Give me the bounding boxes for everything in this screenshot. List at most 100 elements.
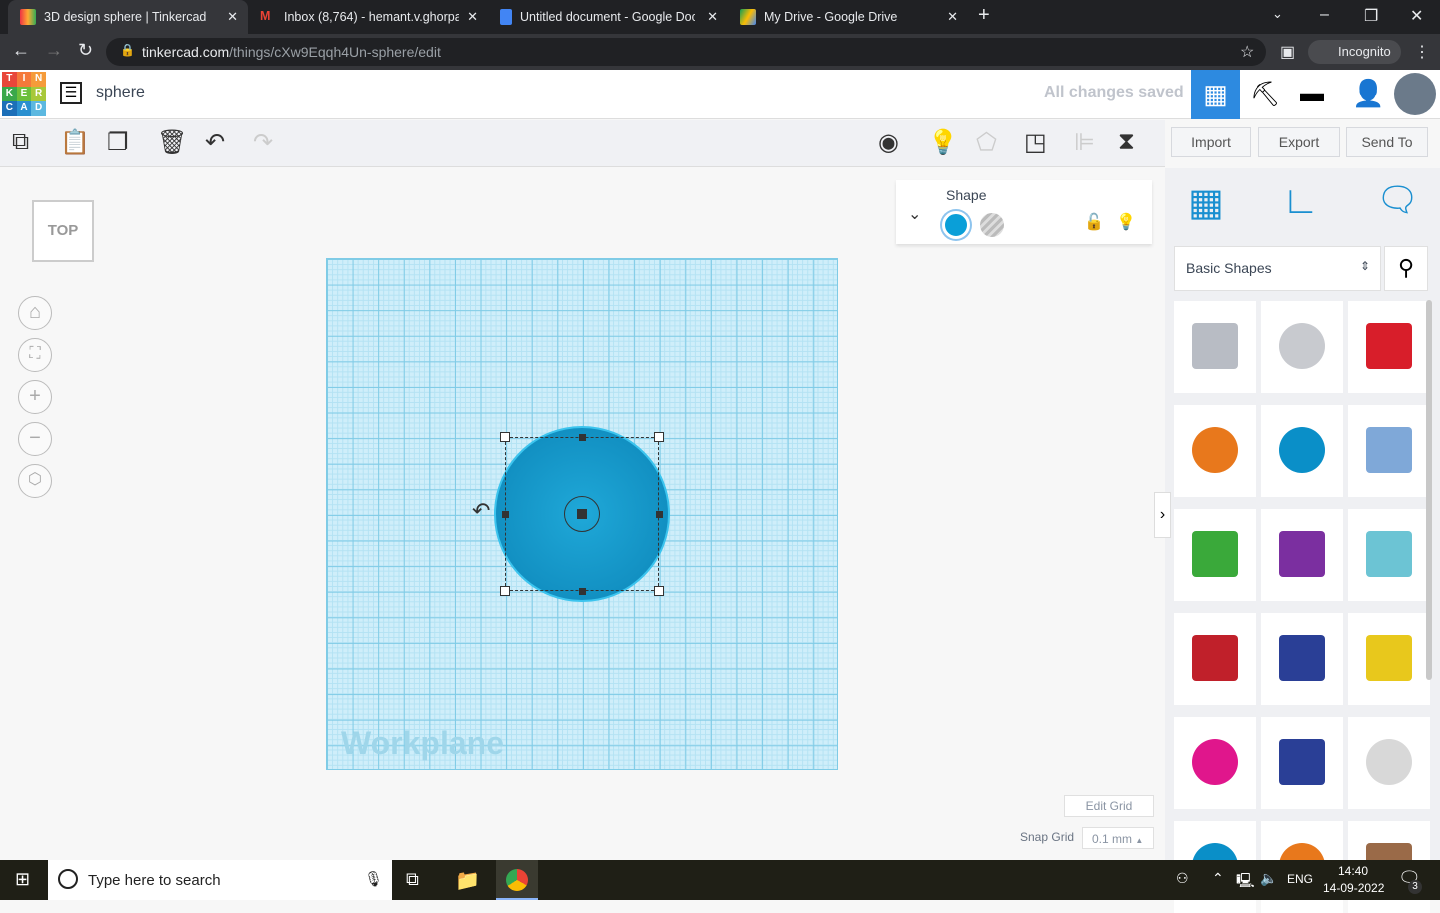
maximize-button[interactable]: ❐: [1364, 6, 1378, 26]
delete-icon[interactable]: 🗑: [157, 128, 187, 157]
resize-handle[interactable]: [656, 511, 663, 518]
perspective-button[interactable]: ⬡: [18, 464, 52, 498]
resize-handle[interactable]: [654, 432, 664, 442]
duplicate-icon[interactable]: ❐: [107, 128, 129, 157]
library-shape-sphere[interactable]: [1261, 405, 1343, 497]
reload-icon[interactable]: ↻: [78, 40, 93, 61]
send-to-button[interactable]: Send To: [1346, 127, 1428, 157]
task-view-icon[interactable]: ⧉: [406, 869, 419, 890]
visibility-bulb-icon[interactable]: 💡: [1116, 212, 1136, 232]
network-icon[interactable]: 🖳: [1236, 870, 1255, 894]
height-handle[interactable]: [564, 496, 600, 532]
home-view-button[interactable]: ⌂: [18, 296, 52, 330]
people-icon[interactable]: ⚇: [1176, 870, 1189, 887]
collapse-panel-button[interactable]: ›: [1154, 492, 1171, 538]
invite-user-button[interactable]: 👤: [1352, 78, 1384, 109]
clock-date[interactable]: 14-09-2022: [1323, 881, 1384, 895]
language-indicator[interactable]: ENG: [1287, 872, 1313, 886]
library-shape-box[interactable]: [1348, 301, 1430, 393]
hidden-icons-chevron[interactable]: ⌃: [1212, 870, 1224, 887]
library-shape-half-sphere[interactable]: [1174, 717, 1256, 809]
align-icon[interactable]: ⊫: [1074, 128, 1095, 157]
library-shape-polygon[interactable]: [1261, 613, 1343, 705]
import-button[interactable]: Import: [1171, 127, 1251, 157]
library-shape-box-hole[interactable]: [1174, 301, 1256, 393]
close-tab-icon[interactable]: ✕: [947, 9, 958, 25]
resize-handle[interactable]: [579, 434, 586, 441]
tab-docs[interactable]: Untitled document - Google Docs ✕: [488, 0, 728, 34]
resize-handle[interactable]: [579, 588, 586, 595]
close-tab-icon[interactable]: ✕: [707, 9, 718, 25]
ungroup-icon[interactable]: ◳: [1024, 128, 1047, 157]
resize-handle[interactable]: [500, 432, 510, 442]
view-cube[interactable]: TOP: [32, 200, 94, 262]
undo-icon[interactable]: ↶: [205, 128, 225, 157]
3d-view-button[interactable]: ▦: [1191, 70, 1240, 119]
back-icon[interactable]: ←: [12, 40, 30, 61]
mirror-icon[interactable]: ⧗: [1118, 128, 1135, 156]
library-scrollbar[interactable]: [1426, 300, 1432, 680]
library-shape-text[interactable]: [1174, 613, 1256, 705]
close-tab-icon[interactable]: ✕: [227, 9, 238, 25]
library-shape-scribble[interactable]: [1348, 405, 1430, 497]
library-shape-cone[interactable]: [1261, 509, 1343, 601]
paste-icon[interactable]: 📋: [60, 128, 90, 157]
hole-button[interactable]: [980, 213, 1004, 237]
library-shape-paraboloid[interactable]: [1348, 717, 1430, 809]
rotate-handle-icon[interactable]: ↶: [472, 498, 490, 524]
file-explorer-icon[interactable]: 📁: [455, 868, 480, 893]
library-shape-cylinder-hole[interactable]: [1261, 301, 1343, 393]
notes-icon[interactable]: ◉: [878, 128, 899, 157]
microphone-icon[interactable]: 🎙: [364, 870, 383, 888]
library-shape-cylinder[interactable]: [1174, 405, 1256, 497]
resize-handle[interactable]: [500, 586, 510, 596]
lightbulb-icon[interactable]: 💡: [928, 128, 958, 157]
fit-view-button[interactable]: ⛶: [18, 338, 52, 372]
bookmark-star-icon[interactable]: ☆: [1240, 42, 1254, 62]
copy-icon[interactable]: ⧉: [12, 128, 29, 156]
group-icon[interactable]: ⬠: [976, 128, 997, 157]
avatar[interactable]: [1394, 73, 1436, 115]
side-panel-icon[interactable]: ▣: [1280, 42, 1295, 62]
bricks-button[interactable]: ▬: [1300, 80, 1324, 108]
taskbar-search-input[interactable]: Type here to search 🎙: [48, 860, 392, 900]
tab-search-icon[interactable]: ⌄: [1272, 6, 1283, 22]
solid-color-button[interactable]: [942, 211, 970, 239]
url-input[interactable]: 🔒 tinkercad.com/things/cXw9Eqqh4Un-sphere…: [106, 38, 1266, 66]
zoom-in-button[interactable]: +: [18, 380, 52, 414]
export-button[interactable]: Export: [1258, 127, 1340, 157]
blocks-pickaxe-button[interactable]: ⛏: [1250, 80, 1280, 109]
zoom-out-button[interactable]: −: [18, 422, 52, 456]
redo-icon[interactable]: ↷: [253, 128, 273, 157]
tinkercad-logo[interactable]: TINKERCAD: [2, 72, 46, 116]
resize-handle[interactable]: [502, 511, 509, 518]
library-shape-round-roof[interactable]: [1348, 509, 1430, 601]
clock-time[interactable]: 14:40: [1338, 864, 1368, 878]
windows-start-icon[interactable]: ⊞: [15, 869, 30, 890]
shape-search-button[interactable]: ⚲: [1384, 246, 1428, 291]
snap-grid-select[interactable]: 0.1 mm ▲: [1082, 827, 1154, 849]
design-list-icon[interactable]: ☰: [60, 82, 82, 104]
tab-gmail[interactable]: M Inbox (8,764) - hemant.v.ghorpade ✕: [248, 0, 488, 34]
library-shape-pyramid[interactable]: [1348, 613, 1430, 705]
shape-category-select[interactable]: Basic Shapes ⇕: [1174, 246, 1381, 291]
close-tab-icon[interactable]: ✕: [467, 9, 478, 25]
ruler-tool-icon[interactable]: ∟: [1282, 180, 1319, 223]
chrome-taskbar-button[interactable]: [496, 860, 538, 900]
menu-icon[interactable]: ⋮: [1414, 42, 1430, 62]
minimize-button[interactable]: –: [1320, 6, 1329, 24]
new-tab-button[interactable]: +: [978, 4, 990, 27]
collapse-chevron-icon[interactable]: ⌄: [908, 204, 921, 224]
tab-tinkercad[interactable]: 3D design sphere | Tinkercad ✕: [8, 0, 248, 34]
design-name[interactable]: sphere: [96, 84, 145, 102]
volume-icon[interactable]: 🔈: [1260, 870, 1277, 887]
forward-icon[interactable]: →: [45, 40, 63, 61]
workplane-tool-icon[interactable]: ▦: [1188, 180, 1224, 225]
notes-tool-icon[interactable]: 🗨: [1376, 180, 1419, 220]
close-window-button[interactable]: ✕: [1410, 6, 1423, 26]
incognito-badge[interactable]: Incognito: [1308, 40, 1401, 64]
resize-handle[interactable]: [654, 586, 664, 596]
unlock-icon[interactable]: 🔓: [1084, 212, 1104, 232]
tab-drive[interactable]: My Drive - Google Drive ✕: [728, 0, 968, 34]
library-shape-roof[interactable]: [1174, 509, 1256, 601]
